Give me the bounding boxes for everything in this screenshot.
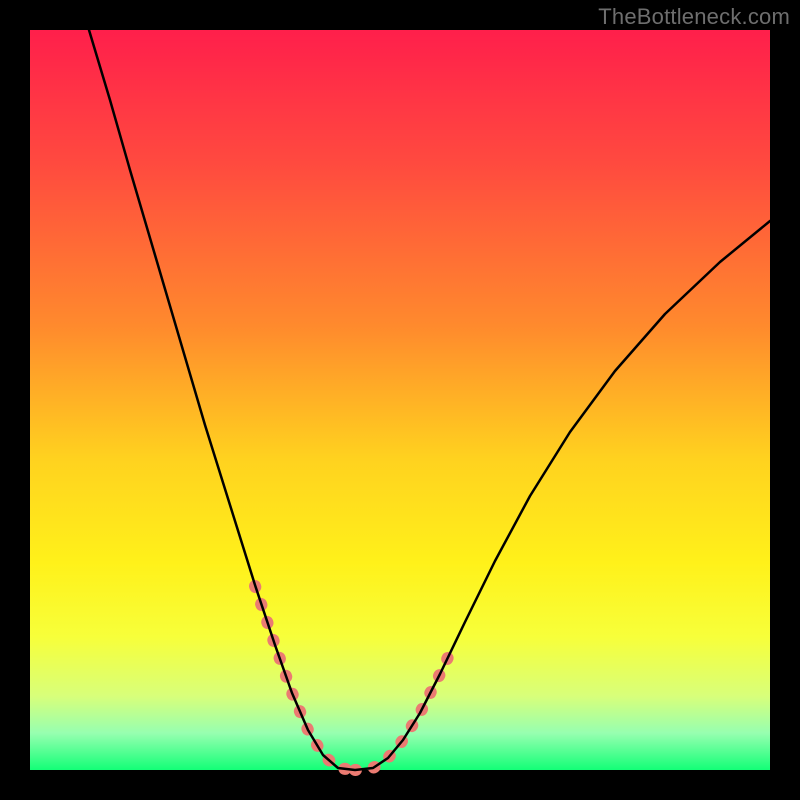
left-critical-band <box>255 586 355 770</box>
watermark-text: TheBottleneck.com <box>598 4 790 30</box>
right-critical-band <box>355 653 450 770</box>
plot-area <box>30 30 770 770</box>
bottleneck-curve <box>89 30 770 770</box>
curve-svg <box>30 30 770 770</box>
chart-frame: TheBottleneck.com <box>0 0 800 800</box>
